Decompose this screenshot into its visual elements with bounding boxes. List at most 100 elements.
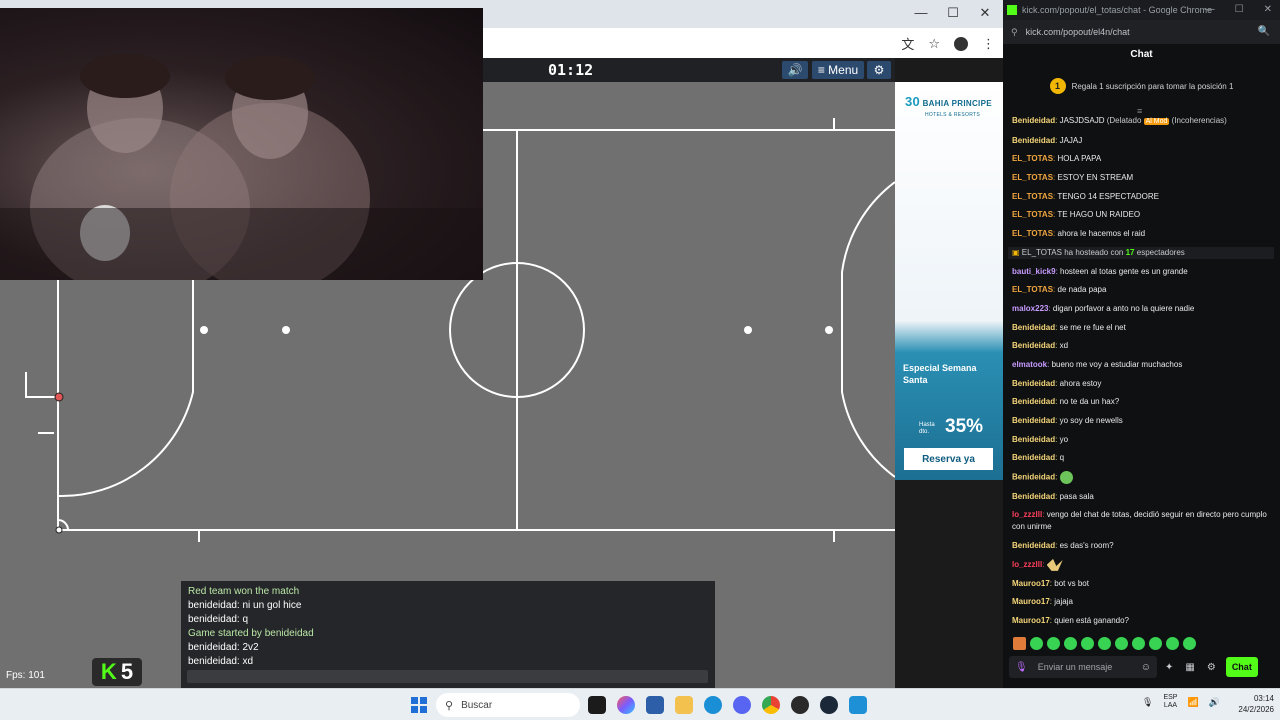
store-app-icon[interactable] [646,696,664,714]
emoji-icon[interactable]: ☺ [1141,662,1151,673]
kick-chat-window: kick.com/popout/el_totas/chat - Google C… [1003,0,1280,688]
emote-icon[interactable] [1183,637,1196,650]
game-chat-line: Game started by benideidad [188,628,314,639]
translate-icon[interactable]: 文 [901,34,914,53]
chat-username[interactable]: bauti_kick9 [1012,267,1056,276]
emote-icon[interactable] [1047,637,1060,650]
keyboard-language[interactable]: ESP LAA [1163,694,1177,710]
kebab-menu-icon[interactable]: ⋮ [982,36,995,52]
steam-icon[interactable] [820,696,838,714]
store-icon[interactable]: ▦ [1185,662,1194,673]
chat-url-bar[interactable]: ⚲ kick.com/popout/el4n/chat 🔍 [1003,20,1280,44]
send-chat-button[interactable]: Chat [1225,657,1258,677]
kick-logo-icon: K [100,659,117,684]
maximize-button[interactable]: ☐ [945,5,961,21]
volume-button[interactable]: 🔊 [782,61,808,79]
zoom-icon[interactable]: 🔍 [1258,26,1270,37]
maximize-button[interactable]: ☐ [1235,4,1244,15]
taskbar-search[interactable]: ⚲ Buscar [436,693,580,717]
discord-icon[interactable] [733,696,751,714]
chat-username[interactable]: elmatook [1012,360,1047,369]
address-bar[interactable] [490,32,890,54]
chrome-icon[interactable] [762,696,780,714]
taskbar-clock[interactable]: 03:14 24/2/2026 [1226,693,1274,715]
advertisement[interactable]: 30 BAHIA PRINCIPE HOTELS & RESORTS Espec… [895,82,1003,480]
chat-username[interactable]: Benideidad [1012,453,1055,462]
microphone-icon[interactable]: 🎙 [1015,662,1028,673]
chat-username[interactable]: Mauroo17 [1012,597,1050,606]
emote-picker-icon[interactable] [1013,637,1026,650]
chat-username[interactable]: Benideidad [1012,136,1055,145]
chat-url: kick.com/popout/el4n/chat [1025,27,1130,37]
epic-games-icon[interactable] [588,696,606,714]
ad-cta-button[interactable]: Reserva ya [904,448,993,470]
edge-icon[interactable] [704,696,722,714]
sub-gift-banner[interactable]: 1 Regala 1 suscripción para tomar la pos… [1003,74,1280,98]
chat-username[interactable]: Benideidad [1012,341,1055,350]
file-explorer-icon[interactable] [675,696,693,714]
chat-message: Benideidad: se me re fue el net [1012,322,1126,332]
chat-username[interactable]: Benideidad [1012,397,1055,406]
chat-text: JAJAJ [1059,135,1083,145]
chat-username[interactable]: Benideidad [1012,323,1055,332]
gear-icon[interactable]: ⚙ [1207,662,1216,673]
emote-icon[interactable] [1098,637,1111,650]
chat-username[interactable]: EL_TOTAS [1012,285,1053,294]
chat-message: Benideidad: ahora estoy [1012,378,1102,388]
chat-username[interactable]: Mauroo17 [1012,579,1050,588]
chat-username[interactable]: Benideidad [1012,435,1055,444]
close-button[interactable]: ✕ [1264,4,1272,15]
address-bar-icons: 文 ☆ ⋮ [901,34,995,53]
chat-username[interactable]: Benideidad [1012,492,1055,501]
emote-icon[interactable] [1166,637,1179,650]
wifi-icon[interactable]: 📶 [1187,697,1198,708]
chat-username[interactable]: lo_zzzlll [1012,510,1042,519]
chat-username[interactable]: Benideidad [1012,541,1055,550]
windows-start-icon[interactable] [411,697,427,713]
chat-message: EL_TOTAS: TENGO 14 ESPECTADORE [1012,191,1160,201]
minimize-button[interactable]: — [1205,4,1215,15]
chat-username[interactable]: EL_TOTAS [1012,192,1053,201]
chat-message: Mauroo17: quien está ganando? [1012,615,1129,625]
emote-icon[interactable] [1149,637,1162,650]
obs-icon[interactable] [791,696,809,714]
ad-discount-label: Hasta dto. [919,422,935,435]
chat-username[interactable]: EL_TOTAS [1012,210,1053,219]
chat-username[interactable]: Benideidad [1012,116,1055,125]
game-chat-input[interactable] [187,670,708,683]
chat-username[interactable]: malox223 [1012,304,1048,313]
chat-username[interactable]: Mauroo17 [1012,616,1050,625]
close-button[interactable]: ✕ [977,5,993,21]
chat-username[interactable]: EL_TOTAS [1012,154,1053,163]
profile-avatar[interactable] [954,36,968,51]
volume-icon[interactable]: 🔊 [1209,697,1220,708]
chat-username[interactable]: EL_TOTAS [1012,229,1053,238]
chat-text: TE HAGO UN RAIDEO [1057,210,1141,220]
emote-icon[interactable] [1132,637,1145,650]
system-tray: 🎙 ESP LAA 📶 🔊 [1142,694,1220,710]
chat-username[interactable]: Benideidad [1012,473,1055,482]
star-icon[interactable]: ☆ [928,36,940,52]
chat-username[interactable]: lo_zzzlll [1012,560,1042,569]
host-user[interactable]: EL_TOTAS [1022,248,1062,257]
app-icon[interactable] [849,696,867,714]
emote-icon[interactable] [1064,637,1077,650]
chat-username[interactable]: EL_TOTAS [1012,173,1053,182]
gifts-icon[interactable]: ✦ [1165,662,1173,673]
copilot-icon[interactable] [617,696,635,714]
emote-icon[interactable] [1081,637,1094,650]
settings-button[interactable]: ⚙ [867,61,891,79]
chat-username[interactable]: Benideidad [1012,416,1055,425]
site-settings-icon[interactable]: ⚲ [1011,27,1018,38]
chat-text: ESTOY EN STREAM [1057,173,1134,183]
microphone-icon[interactable]: 🎙 [1142,697,1153,708]
emote-icon[interactable] [1115,637,1128,650]
kick-badge: K 5 [92,658,142,686]
menu-button[interactable]: ≡ Menu [812,61,864,79]
chat-message-input[interactable]: 🎙 Enviar un mensaje ☺ [1009,656,1157,678]
minimize-button[interactable]: — [913,5,929,21]
chat-username[interactable]: Benideidad [1012,379,1055,388]
kickoff-mark [200,326,208,334]
emote-icon[interactable] [1030,637,1043,650]
clock-date: 24/2/2026 [1238,705,1274,714]
